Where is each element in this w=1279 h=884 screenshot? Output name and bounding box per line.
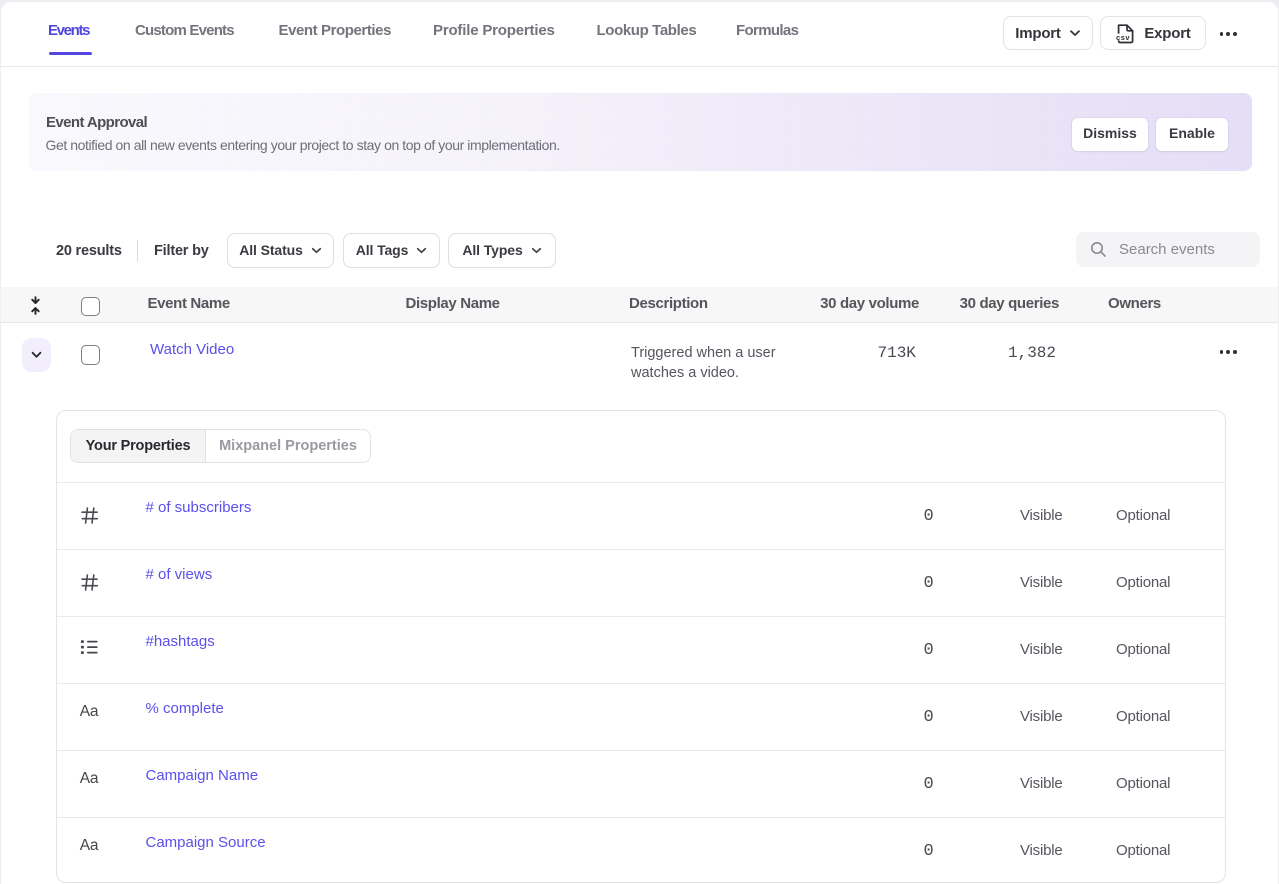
svg-text:csv: csv (1116, 32, 1130, 41)
